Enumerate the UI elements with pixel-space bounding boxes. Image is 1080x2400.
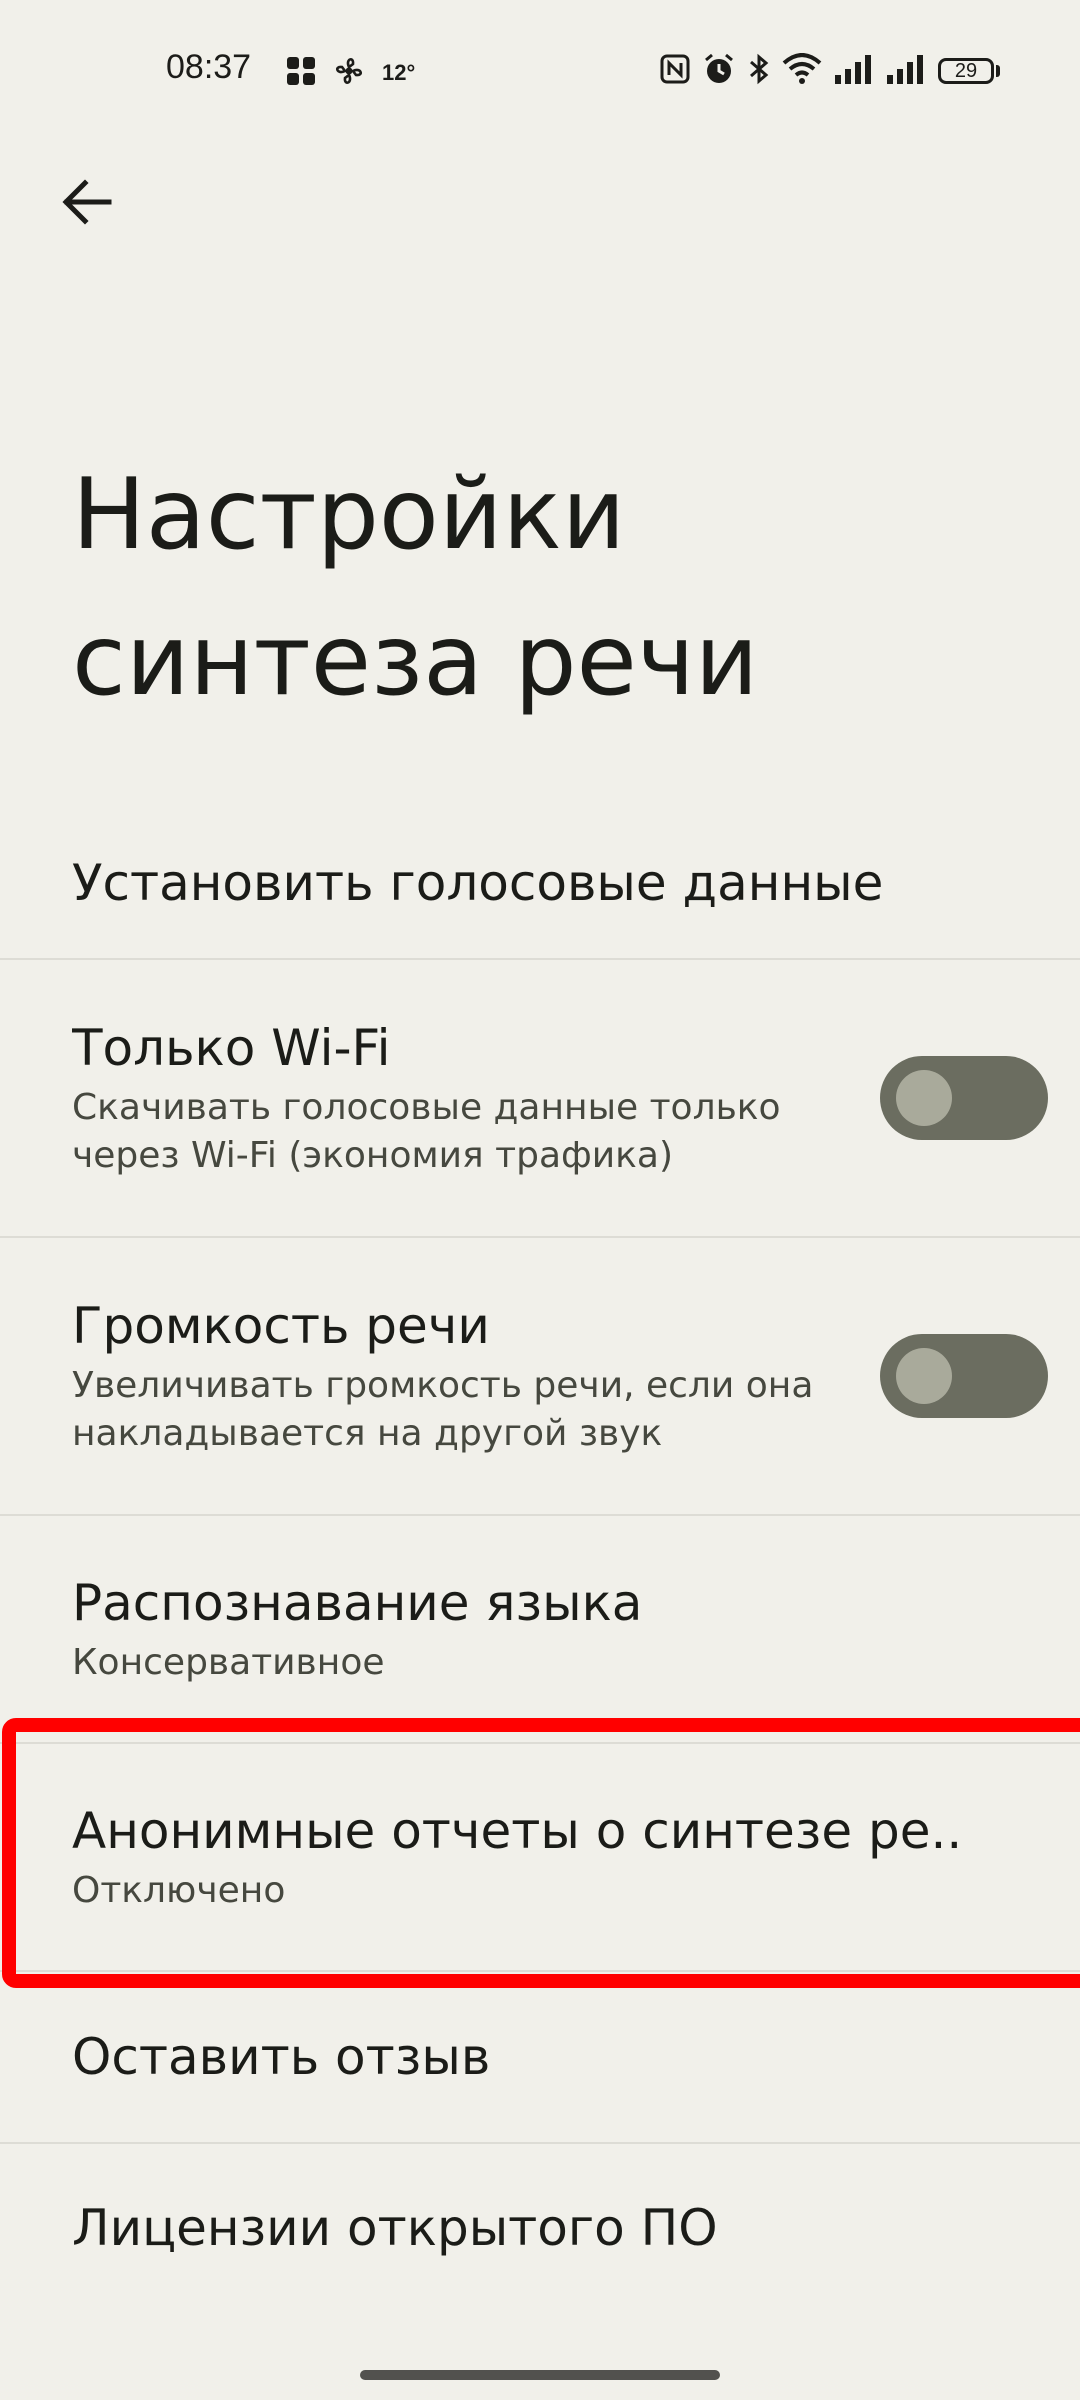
setting-open-source-licenses[interactable]: Лицензии открытого ПО: [0, 2144, 1080, 2312]
setting-language-detection[interactable]: Распознавание языка Консервативное: [0, 1516, 1080, 1744]
setting-summary: Скачивать голосовые данные только через …: [72, 1087, 781, 1176]
setting-send-feedback[interactable]: Оставить отзыв: [0, 1972, 1080, 2144]
setting-text: Распознавание языка Консервативное: [72, 1571, 1008, 1687]
arrow-back-icon: [59, 175, 113, 233]
setting-text: Оставить отзыв: [72, 2025, 1008, 2089]
setting-text: Громкость речи Увеличивать громкость реч…: [72, 1294, 856, 1458]
setting-title: Только Wi-Fi: [72, 1019, 391, 1077]
page-title: Настройки синтеза речи: [72, 458, 759, 718]
fan-icon: [332, 54, 366, 92]
toggle-thumb: [896, 1348, 952, 1404]
signal-icon: [834, 53, 874, 89]
setting-anonymous-reports[interactable]: Анонимные отчеты о синтезе ре.. Отключен…: [0, 1744, 1080, 1972]
setting-summary: Увеличивать громкость речи, если она нак…: [72, 1365, 814, 1454]
setting-summary: Консервативное: [72, 1642, 385, 1683]
setting-speech-volume[interactable]: Громкость речи Увеличивать громкость реч…: [0, 1238, 1080, 1516]
bluetooth-icon: [748, 53, 770, 89]
toggle-thumb: [896, 1070, 952, 1126]
navigation-handle[interactable]: [360, 2370, 720, 2380]
setting-text: Установить голосовые данные: [72, 851, 1008, 915]
setting-title: Оставить отзыв: [72, 2028, 491, 2086]
nfc-icon: [660, 54, 690, 88]
battery-indicator: 29: [938, 58, 1000, 84]
wifi-icon: [782, 53, 822, 89]
back-button[interactable]: [42, 160, 130, 248]
setting-title: Лицензии открытого ПО: [72, 2199, 718, 2257]
speech-volume-toggle[interactable]: [880, 1334, 1048, 1418]
wifi-only-toggle[interactable]: [880, 1056, 1048, 1140]
status-right-icons: 29: [660, 52, 1000, 90]
status-bar: 08:37 12° 29: [0, 0, 1080, 144]
status-left-icons: 12°: [286, 54, 415, 92]
setting-wifi-only[interactable]: Только Wi-Fi Скачивать голосовые данные …: [0, 960, 1080, 1238]
setting-title: Установить голосовые данные: [72, 854, 884, 912]
setting-text: Анонимные отчеты о синтезе ре.. Отключен…: [72, 1799, 1008, 1915]
setting-install-voice-data[interactable]: Установить голосовые данные: [0, 808, 1080, 960]
setting-title: Громкость речи: [72, 1297, 490, 1355]
setting-summary: Отключено: [72, 1870, 286, 1911]
setting-title: Анонимные отчеты о синтезе ре..: [72, 1802, 963, 1860]
setting-text: Только Wi-Fi Скачивать голосовые данные …: [72, 1016, 856, 1180]
setting-title: Распознавание языка: [72, 1574, 643, 1632]
signal-icon: [886, 53, 926, 89]
alarm-icon: [702, 52, 736, 90]
apps-grid-icon: [286, 56, 316, 90]
setting-text: Лицензии открытого ПО: [72, 2196, 1008, 2260]
battery-level: 29: [938, 58, 994, 84]
status-time: 08:37: [166, 48, 252, 86]
settings-list: Установить голосовые данные Только Wi-Fi…: [0, 808, 1080, 2312]
battery-tip: [996, 65, 1000, 77]
temperature: 12°: [382, 60, 416, 85]
